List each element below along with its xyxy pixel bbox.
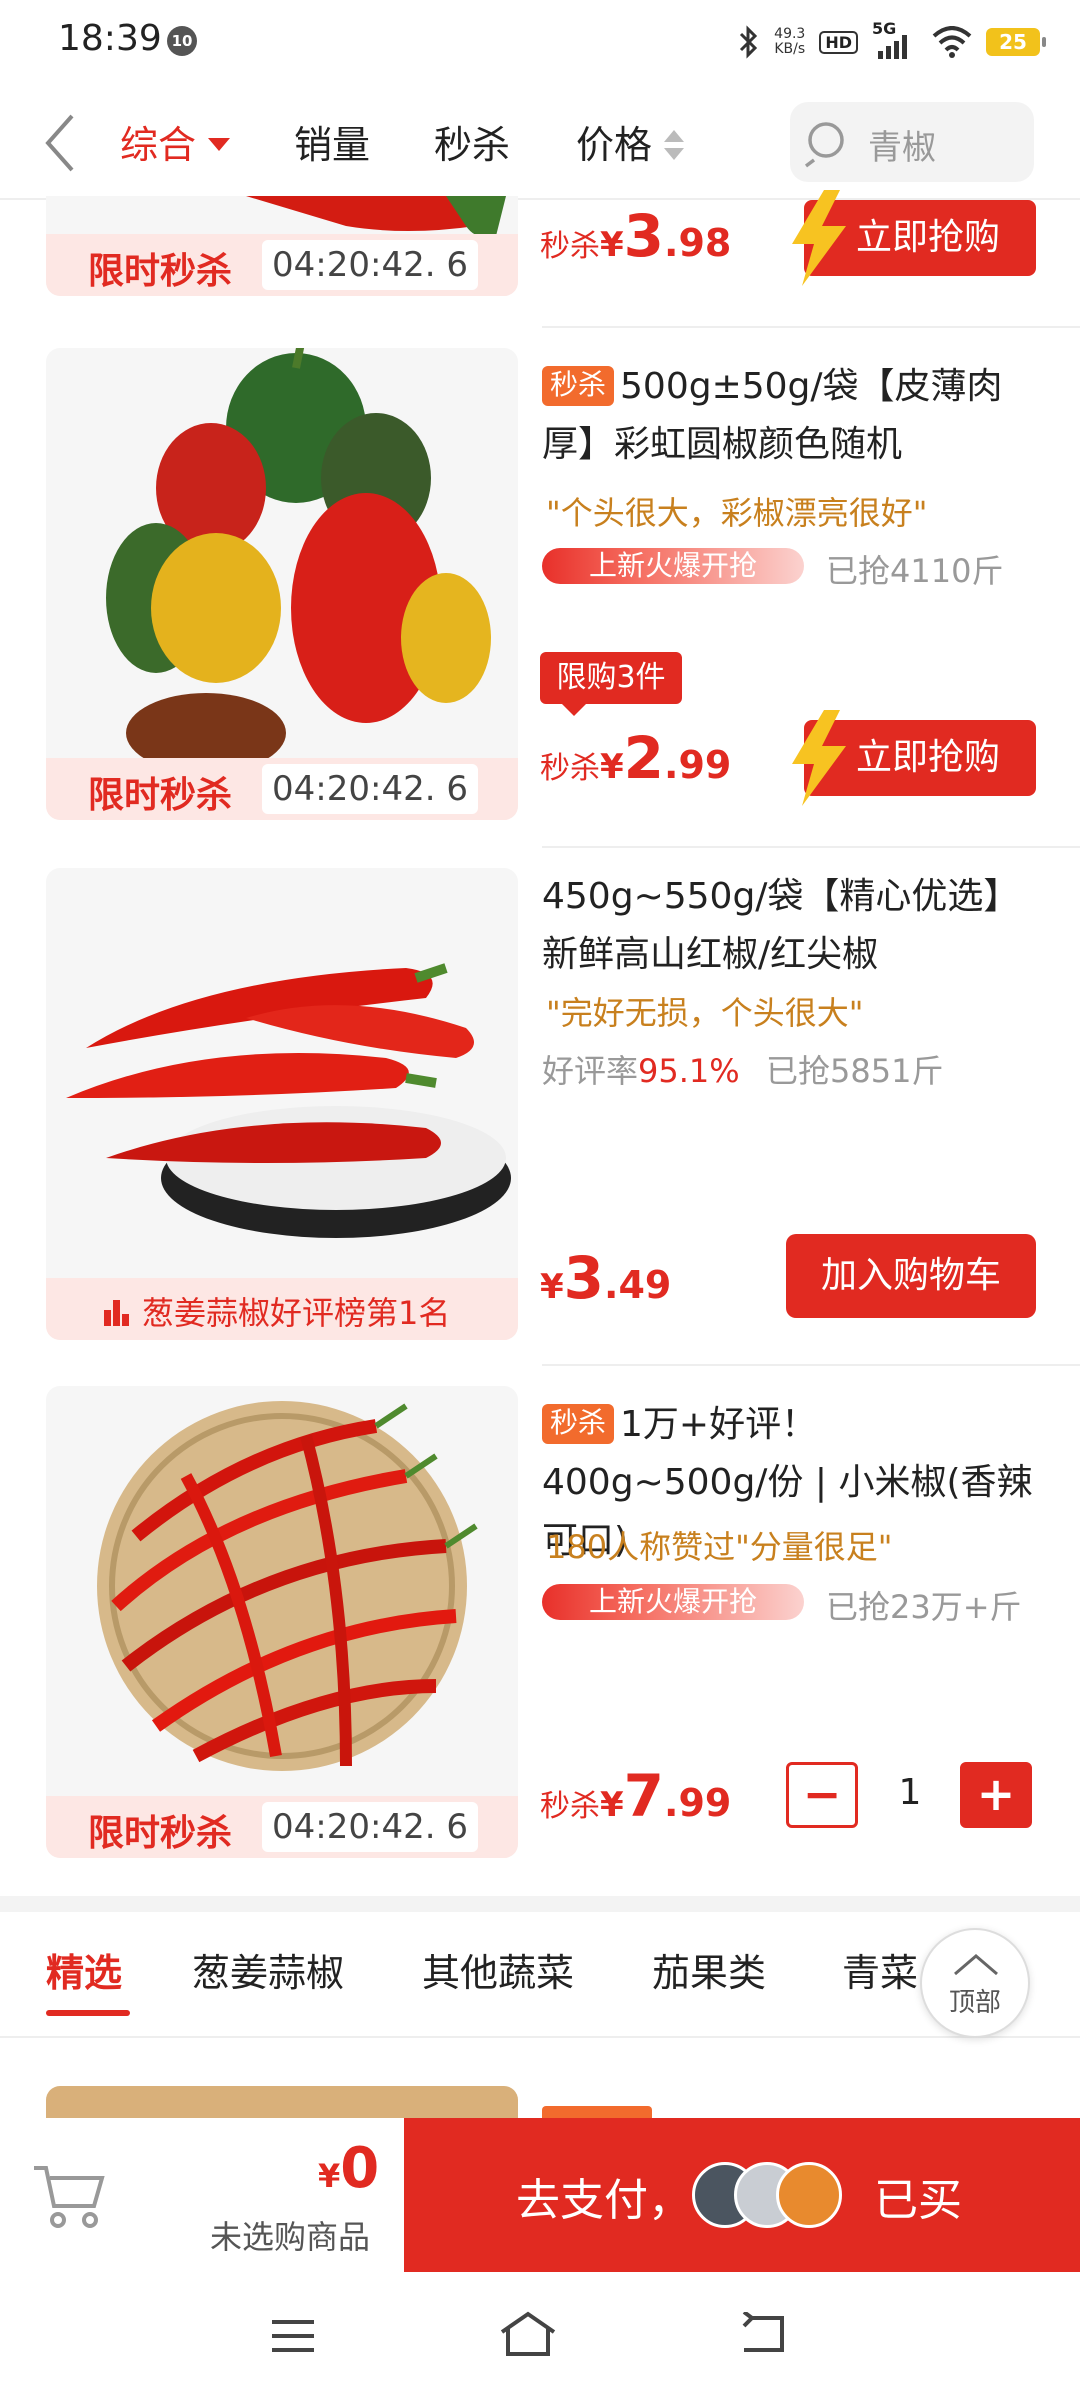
product-price: ¥3.49 bbox=[540, 1244, 672, 1312]
category-tab-underline bbox=[46, 2010, 130, 2016]
system-navigation-bar bbox=[0, 2272, 1080, 2400]
chili-peppers-image bbox=[97, 1401, 478, 1771]
divider bbox=[542, 326, 1080, 328]
category-tab-selected[interactable]: 精选 bbox=[46, 1942, 122, 1997]
back-icon[interactable] bbox=[40, 108, 80, 178]
cart-empty-label: 未选购商品 bbox=[210, 2218, 371, 2256]
product-review-quote: "完好无损，个头很大" bbox=[546, 994, 864, 1032]
seckill-tag: 秒杀 bbox=[542, 366, 615, 406]
search-placeholder: 青椒 bbox=[868, 128, 936, 168]
product-image[interactable]: 限时秒杀 04:20:42. 6 bbox=[46, 348, 518, 820]
buy-now-button[interactable]: 立即抢购 bbox=[792, 190, 1036, 286]
category-tab-other-veg[interactable]: 其他蔬菜 bbox=[422, 1942, 574, 1997]
countdown-timer: 04:20:42. 6 bbox=[262, 1802, 478, 1852]
ranking-icon bbox=[104, 1300, 129, 1326]
cart-total: ¥0 bbox=[318, 2136, 380, 2201]
home-icon[interactable] bbox=[498, 2310, 558, 2358]
top-nav: 综合 销量 秒杀 价格 青椒 bbox=[0, 84, 1080, 200]
status-icons: 49.3 KB/s HD 5G 25 bbox=[738, 19, 1046, 62]
category-tab-greens[interactable]: 青菜 bbox=[842, 1942, 918, 1997]
product-title[interactable]: 秒杀 500g±50g/袋【皮薄肉厚】彩虹圆椒颜色随机 bbox=[542, 358, 1042, 474]
hot-sale-badge: 上新火爆开抢 bbox=[542, 548, 804, 584]
countdown-timer: 04:20:42. 6 bbox=[262, 240, 478, 290]
buy-now-button[interactable]: 立即抢购 bbox=[792, 710, 1036, 806]
product-image[interactable]: 限时秒杀 04:20:42. 6 bbox=[46, 1386, 518, 1858]
battery-icon: 25 bbox=[986, 28, 1046, 56]
bell-peppers-image bbox=[106, 348, 491, 758]
divider bbox=[542, 846, 1080, 848]
lightning-icon bbox=[792, 710, 846, 806]
decrease-quantity-button[interactable]: − bbox=[786, 1762, 858, 1828]
countdown-timer: 04:20:42. 6 bbox=[262, 764, 478, 814]
flash-sale-strip: 限时秒杀 04:20:42. 6 bbox=[46, 1796, 518, 1858]
product-title[interactable]: 450g~550g/袋【精心优选】新鲜高山红椒/红尖椒 bbox=[542, 868, 1042, 984]
tab-comprehensive[interactable]: 综合 bbox=[120, 114, 231, 169]
category-tabs: 精选 葱姜蒜椒 其他蔬菜 茄果类 青菜 bbox=[0, 1912, 1080, 2038]
notification-badge: 10 bbox=[167, 26, 197, 56]
hot-sale-badge: 上新火爆开抢 bbox=[542, 1584, 804, 1620]
ranking-text: 葱姜蒜椒好评榜第1名 bbox=[142, 1294, 451, 1332]
checkout-bar: ¥0 未选购商品 去支付， 已买 bbox=[0, 2118, 1080, 2272]
wifi-icon bbox=[932, 26, 972, 58]
flash-sale-strip: 限时秒杀 04:20:42. 6 bbox=[46, 234, 518, 296]
sort-icon bbox=[664, 130, 685, 160]
divider bbox=[542, 1364, 1080, 1366]
chevron-up-icon bbox=[954, 1954, 998, 1976]
avatar bbox=[776, 2162, 842, 2228]
menu-icon[interactable] bbox=[268, 2316, 318, 2356]
sold-count: 已抢23万+斤 bbox=[826, 1588, 1022, 1626]
caret-down-icon bbox=[208, 138, 231, 151]
lightning-icon bbox=[792, 190, 846, 286]
sold-count: 已抢5851斤 bbox=[766, 1052, 944, 1090]
flash-sale-label: 限时秒杀 bbox=[88, 1813, 233, 1854]
flash-sale-strip: 限时秒杀 04:20:42. 6 bbox=[46, 758, 518, 820]
hd-icon: HD bbox=[819, 30, 858, 54]
tab-price[interactable]: 价格 bbox=[576, 114, 685, 169]
flash-sale-label: 限时秒杀 bbox=[88, 251, 233, 292]
product-review-quote: 180人称赞过"分量很足" bbox=[546, 1528, 893, 1566]
category-tab-aromatics[interactable]: 葱姜蒜椒 bbox=[192, 1942, 344, 1997]
tab-sales[interactable]: 销量 bbox=[294, 114, 370, 169]
seckill-tag: 秒杀 bbox=[542, 1404, 615, 1444]
product-price: 秒杀¥3.98 bbox=[540, 202, 732, 270]
product-review-quote: "个头很大，彩椒漂亮很好" bbox=[546, 494, 928, 532]
bluetooth-icon bbox=[740, 25, 758, 59]
rating: 好评率95.1% bbox=[542, 1052, 740, 1090]
section-gap bbox=[0, 1896, 1080, 1912]
net-speed: 49.3 KB/s bbox=[774, 26, 806, 57]
product-image[interactable]: 限时秒杀 04:20:42. 6 bbox=[46, 196, 518, 296]
back-nav-icon[interactable] bbox=[738, 2312, 790, 2356]
red-peppers-image bbox=[66, 963, 511, 1238]
product-image[interactable]: 葱姜蒜椒好评榜第1名 bbox=[46, 868, 518, 1340]
category-tab-solanaceous[interactable]: 茄果类 bbox=[652, 1942, 766, 1997]
tab-seckill[interactable]: 秒杀 bbox=[434, 114, 510, 169]
increase-quantity-button[interactable]: + bbox=[960, 1762, 1032, 1828]
search-icon bbox=[804, 122, 844, 168]
sold-count: 已抢4110斤 bbox=[826, 552, 1004, 590]
quantity-value: 1 bbox=[898, 1772, 922, 1813]
back-to-top-button[interactable]: 顶部 bbox=[920, 1928, 1030, 2038]
add-to-cart-button[interactable]: 加入购物车 bbox=[786, 1234, 1036, 1318]
search-input[interactable]: 青椒 bbox=[790, 102, 1034, 182]
flash-sale-label: 限时秒杀 bbox=[88, 775, 233, 816]
product-price: 秒杀¥7.99 bbox=[540, 1762, 732, 1830]
ranking-strip[interactable]: 葱姜蒜椒好评榜第1名 bbox=[46, 1278, 518, 1340]
status-time: 18:39 bbox=[58, 18, 162, 59]
product-price: 秒杀¥2.99 bbox=[540, 724, 732, 792]
signal-icon: 5G bbox=[872, 19, 918, 59]
go-to-pay-button[interactable]: 去支付， 已买 bbox=[404, 2118, 1080, 2272]
purchase-limit-badge: 限购3件 bbox=[540, 652, 682, 716]
cart-icon[interactable] bbox=[32, 2162, 106, 2232]
status-bar: 18:39 10 49.3 KB/s HD 5G 25 bbox=[0, 0, 1080, 84]
